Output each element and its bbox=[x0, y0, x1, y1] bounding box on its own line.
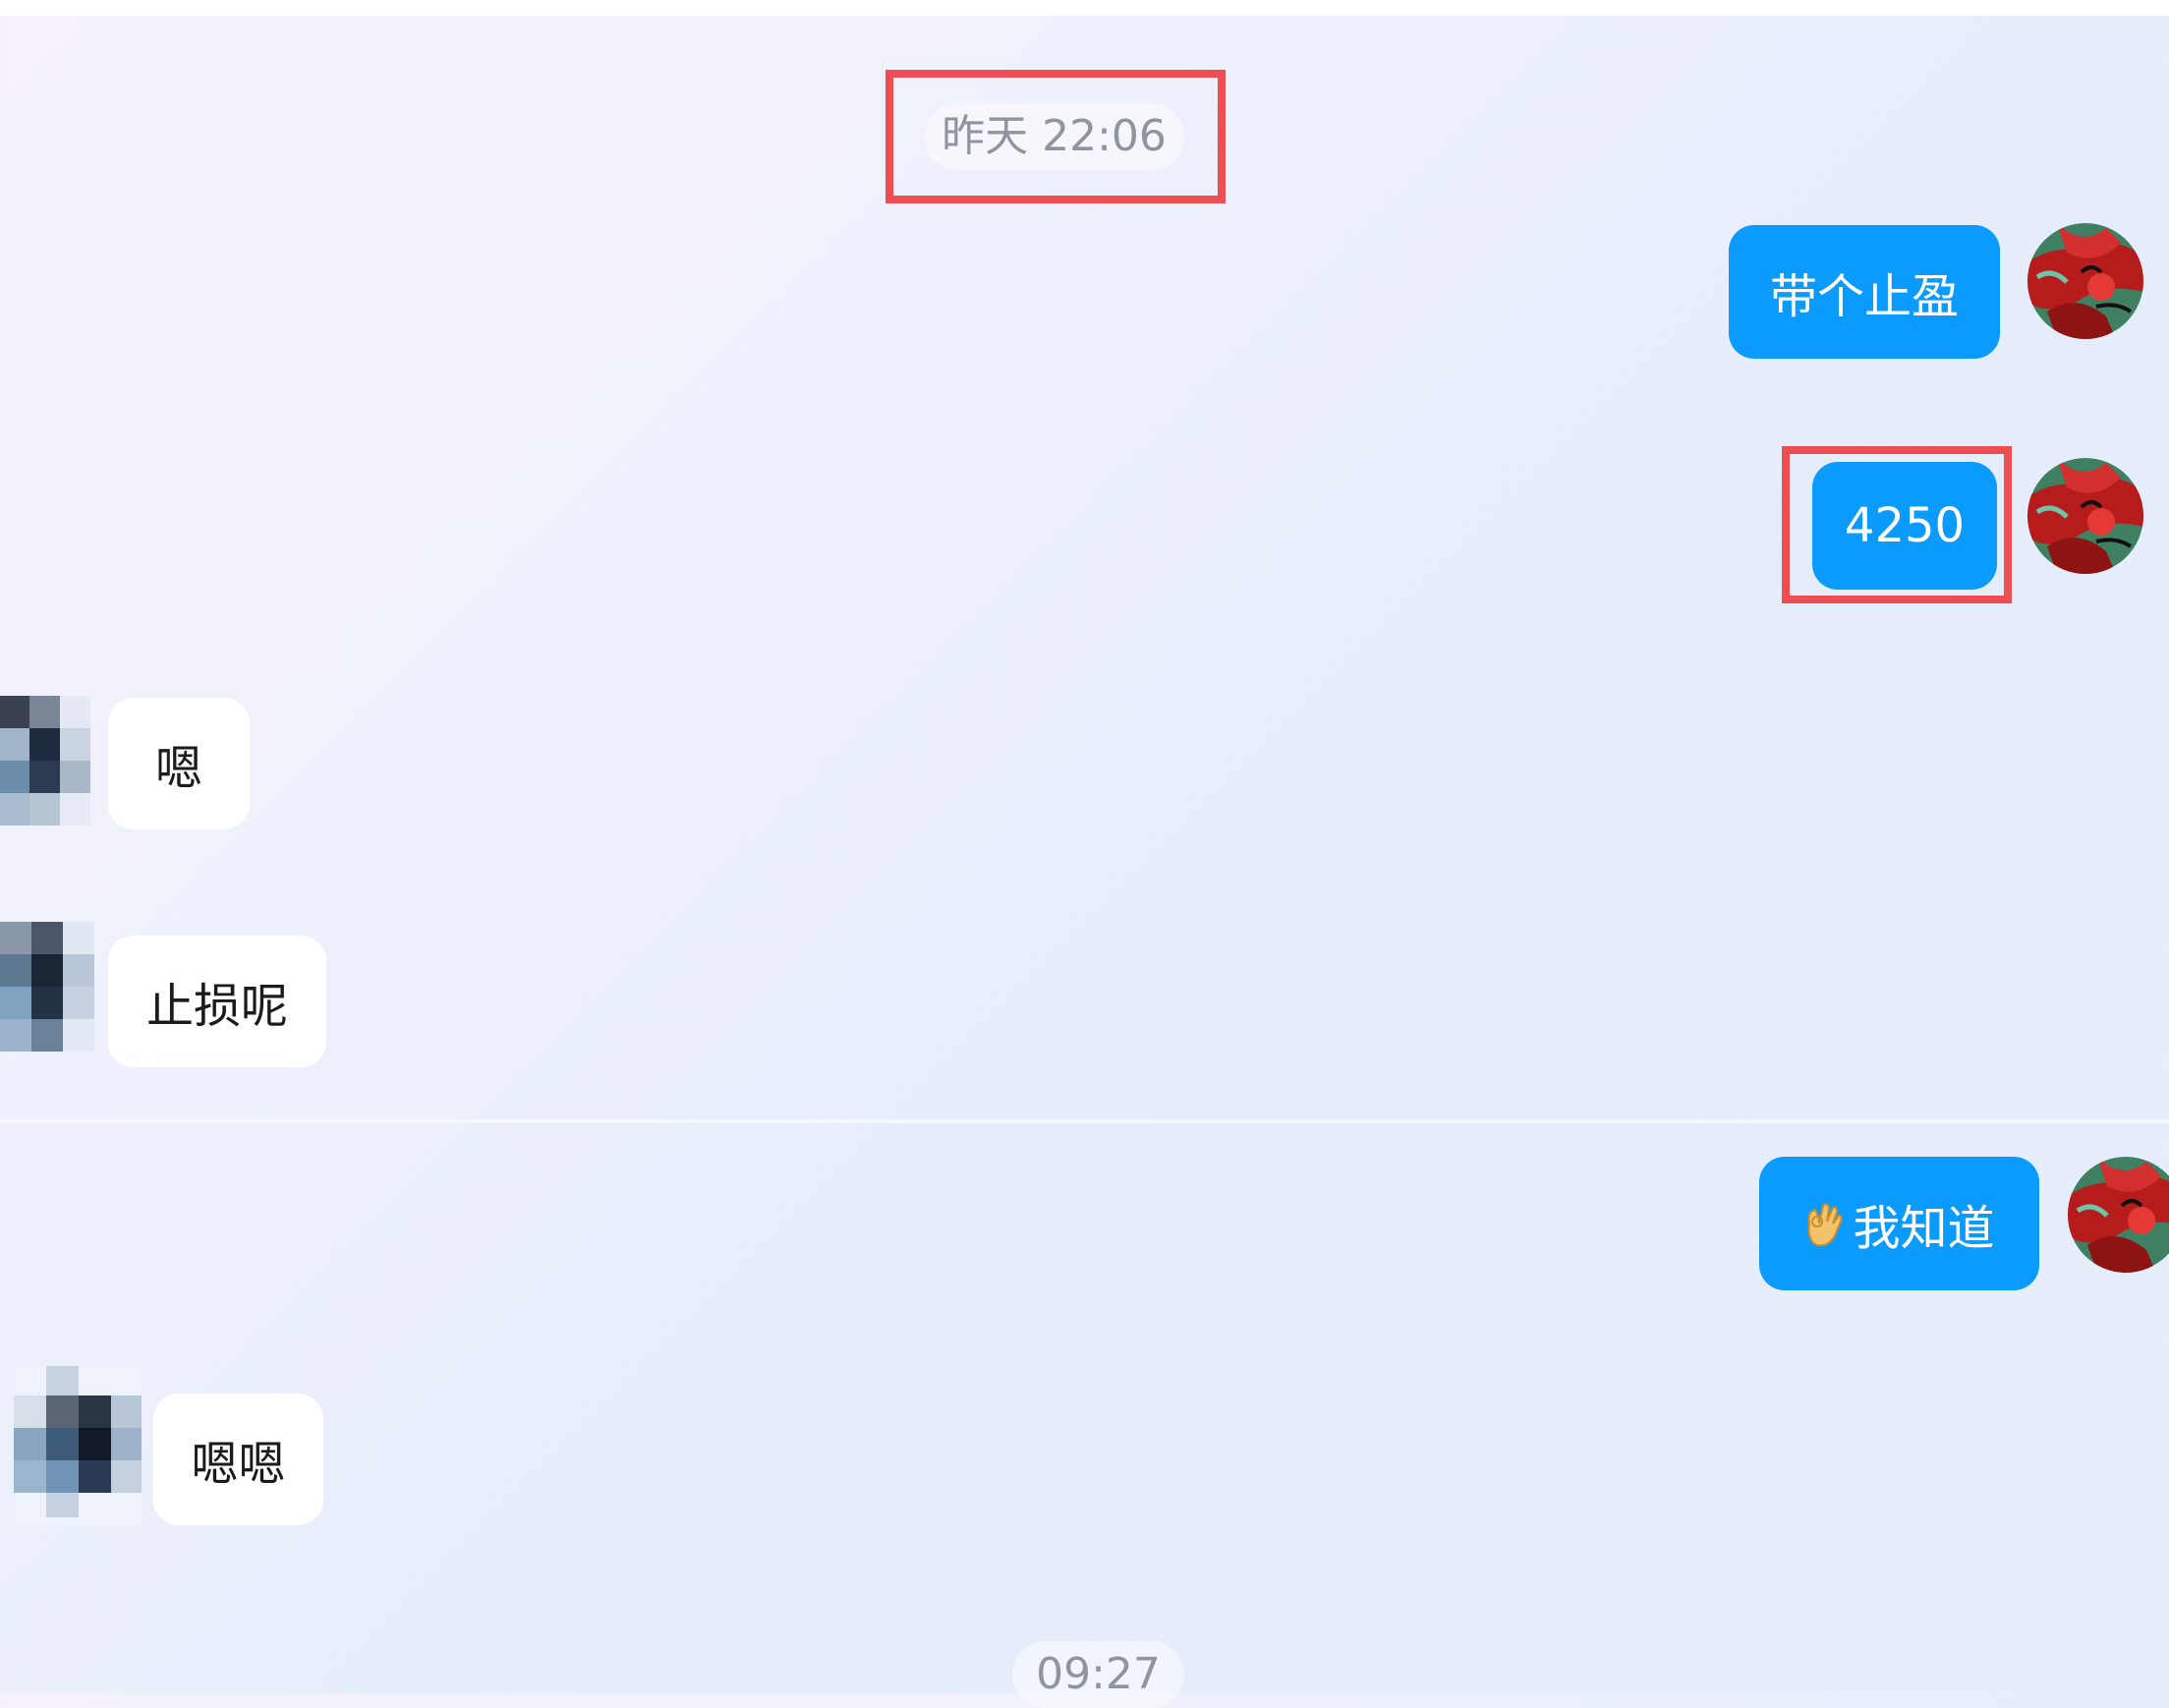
message-text: 我知道 bbox=[1853, 1201, 1995, 1256]
timestamp-pill: 09:27 bbox=[1012, 1641, 1184, 1708]
message-text: 止损呢 bbox=[145, 979, 288, 1034]
message-bubble-incoming[interactable]: 止损呢 bbox=[108, 936, 326, 1067]
avatar[interactable] bbox=[14, 1366, 142, 1525]
message-text: 带个止盈 bbox=[1769, 269, 1959, 324]
message-bubble-outgoing[interactable]: 带个止盈 bbox=[1729, 225, 2000, 359]
message-bubble-incoming[interactable]: 嗯 bbox=[108, 698, 250, 829]
avatar[interactable] bbox=[2027, 223, 2143, 339]
message-text: 嗯嗯 bbox=[191, 1437, 286, 1492]
ok-hand-icon bbox=[1803, 1198, 1847, 1249]
pixelated-avatar-image bbox=[0, 696, 90, 826]
message-bubble-outgoing[interactable]: 我知道 bbox=[1759, 1157, 2039, 1290]
avatar[interactable] bbox=[0, 696, 90, 826]
pixelated-avatar-image bbox=[14, 1366, 142, 1525]
section-divider bbox=[0, 1119, 2169, 1123]
avatar[interactable] bbox=[2068, 1157, 2169, 1273]
user-avatar-image bbox=[2027, 458, 2143, 574]
message-text: 嗯 bbox=[154, 741, 202, 796]
pixelated-avatar-image bbox=[0, 922, 94, 1052]
avatar[interactable] bbox=[0, 922, 94, 1052]
user-avatar-image bbox=[2068, 1157, 2169, 1273]
user-avatar-image bbox=[2027, 223, 2143, 339]
message-bubble-incoming[interactable]: 嗯嗯 bbox=[153, 1394, 323, 1525]
highlight-box-message bbox=[1782, 446, 2012, 603]
highlight-box-timestamp bbox=[885, 70, 1226, 203]
avatar[interactable] bbox=[2027, 458, 2143, 574]
top-strip bbox=[0, 0, 2169, 16]
